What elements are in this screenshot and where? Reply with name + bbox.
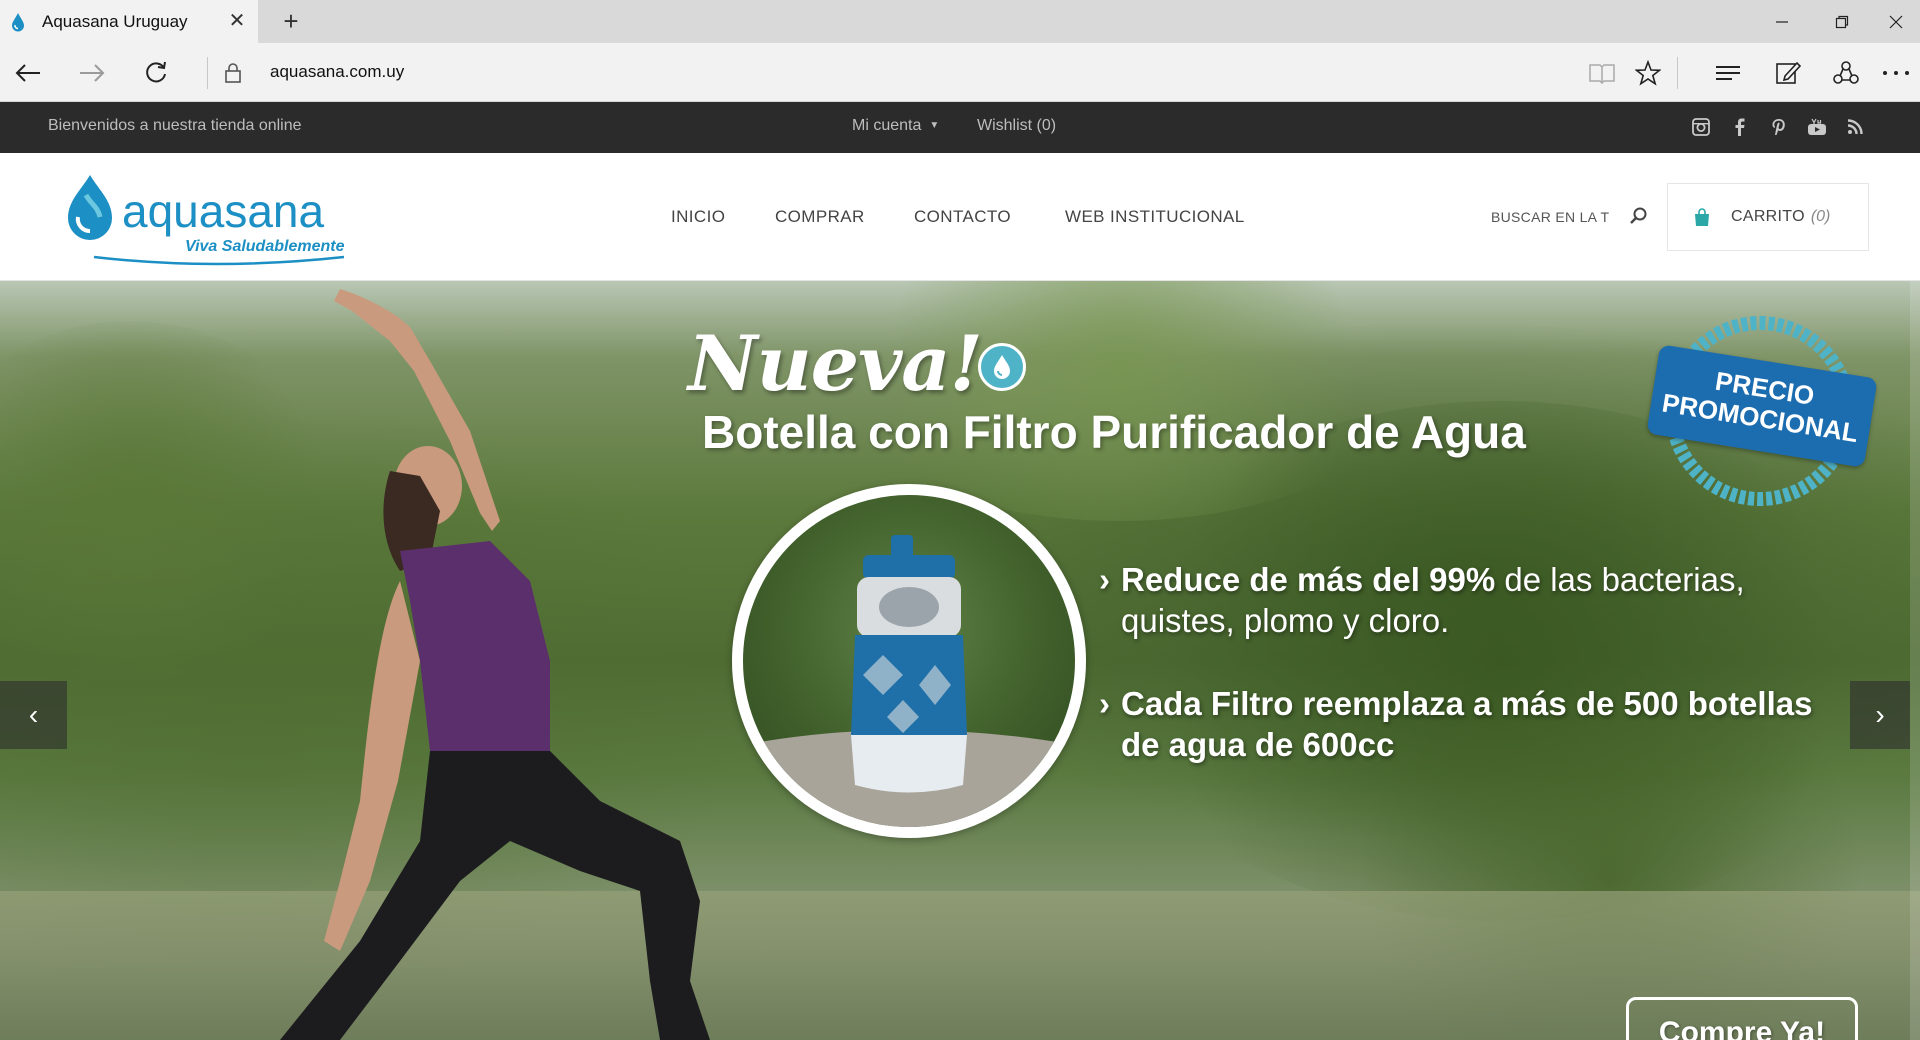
chevron-right-icon: › (1875, 699, 1885, 730)
hub-icon[interactable] (1704, 43, 1752, 102)
browser-tabstrip: Aquasana Uruguay ✕ + (0, 0, 1920, 43)
facebook-icon[interactable] (1728, 116, 1750, 138)
chevron-left-icon: ‹ (28, 699, 39, 730)
chevron-down-icon: ▼ (929, 120, 940, 131)
favorite-star-icon[interactable] (1624, 43, 1672, 102)
close-window-icon[interactable] (1872, 0, 1920, 43)
refresh-icon[interactable] (128, 43, 184, 102)
bullet-bacteria-line2: quistes, plomo y cloro. (1121, 602, 1450, 639)
more-icon[interactable] (1872, 43, 1920, 102)
my-account-label: Mi cuenta (852, 117, 922, 134)
nav-comprar[interactable]: COMPRAR (775, 207, 865, 227)
cart-label: CARRITO (1731, 208, 1805, 225)
slider-prev-button[interactable]: ‹ (0, 681, 67, 749)
youtube-icon[interactable] (1806, 116, 1828, 138)
water-drop-icon (978, 343, 1026, 391)
bullet-bacteria-bold: Reduce de más del 99% (1121, 561, 1496, 598)
hero-slider: Nueva! Botella con Filtro Purificador de… (0, 281, 1920, 1040)
nav-web-institucional[interactable]: WEB INSTITUCIONAL (1065, 207, 1245, 227)
tab-close-icon[interactable]: ✕ (226, 10, 248, 32)
logo-wordmark: aquasana (122, 185, 324, 237)
web-note-icon[interactable] (1764, 43, 1812, 102)
bullet-filter: › Cada Filtro reemplaza a más de 500 bot… (1099, 683, 1813, 765)
share-icon[interactable] (1822, 43, 1870, 102)
toolbar-separator (1677, 57, 1678, 89)
minimize-icon[interactable] (1752, 0, 1812, 43)
aquasana-logo[interactable]: aquasana Viva Saludablemente (64, 173, 354, 273)
rss-icon[interactable] (1844, 116, 1866, 138)
bullet-filter-line1: Cada Filtro reemplaza a más de 500 botel… (1121, 685, 1813, 722)
bullet-bacteria: › Reduce de más del 99% de las bacterias… (1099, 559, 1745, 641)
lock-icon[interactable] (205, 43, 261, 102)
chevron-right-icon: › (1099, 561, 1110, 598)
browser-tab[interactable]: Aquasana Uruguay ✕ (0, 0, 258, 43)
restore-icon[interactable] (1812, 0, 1872, 43)
cart-button[interactable]: CARRITO (0) (1667, 183, 1869, 251)
shopping-bag-icon (1695, 208, 1709, 226)
slide-title: Botella con Filtro Purificador de Agua (702, 406, 1526, 458)
site-header: aquasana Viva Saludablemente INICIO COMP… (0, 153, 1920, 281)
forward-icon[interactable] (64, 43, 120, 102)
buy-now-button[interactable]: Compre Ya! (1626, 997, 1858, 1040)
slide-headline: Nueva! (688, 319, 983, 408)
logo-tagline: Viva Saludablemente (185, 238, 345, 255)
address-bar: aquasana.com.uy (0, 43, 1920, 102)
site-topbar: Bienvenidos a nuestra tienda online Mi c… (0, 102, 1920, 153)
wishlist-link[interactable]: Wishlist (0) (977, 117, 1056, 135)
pinterest-icon[interactable] (1768, 116, 1790, 138)
bullet-bacteria-rest: de las bacterias, (1495, 561, 1745, 598)
url-field[interactable]: aquasana.com.uy (270, 62, 404, 82)
filter-bottle-image (732, 484, 1086, 838)
new-tab-icon[interactable]: + (278, 8, 304, 34)
slider-next-button[interactable]: › (1850, 681, 1910, 749)
aquasana-favicon-icon (12, 12, 24, 31)
welcome-text: Bienvenidos a nuestra tienda online (48, 117, 302, 134)
nav-inicio[interactable]: INICIO (671, 207, 725, 227)
cart-count: (0) (1810, 208, 1831, 225)
tab-title: Aquasana Uruguay (42, 11, 188, 31)
chevron-right-icon: › (1099, 685, 1110, 722)
my-account-dropdown[interactable]: Mi cuenta ▼ (852, 117, 939, 135)
page-scrollbar[interactable] (1910, 281, 1920, 1040)
search-icon[interactable] (1627, 205, 1649, 227)
reading-view-icon[interactable] (1578, 43, 1626, 102)
instagram-icon[interactable] (1690, 116, 1712, 138)
search-input[interactable]: BUSCAR EN LA T (1491, 209, 1616, 225)
nav-contacto[interactable]: CONTACTO (914, 207, 1011, 227)
back-icon[interactable] (0, 43, 56, 102)
bullet-filter-line2: de agua de 600cc (1121, 726, 1395, 763)
